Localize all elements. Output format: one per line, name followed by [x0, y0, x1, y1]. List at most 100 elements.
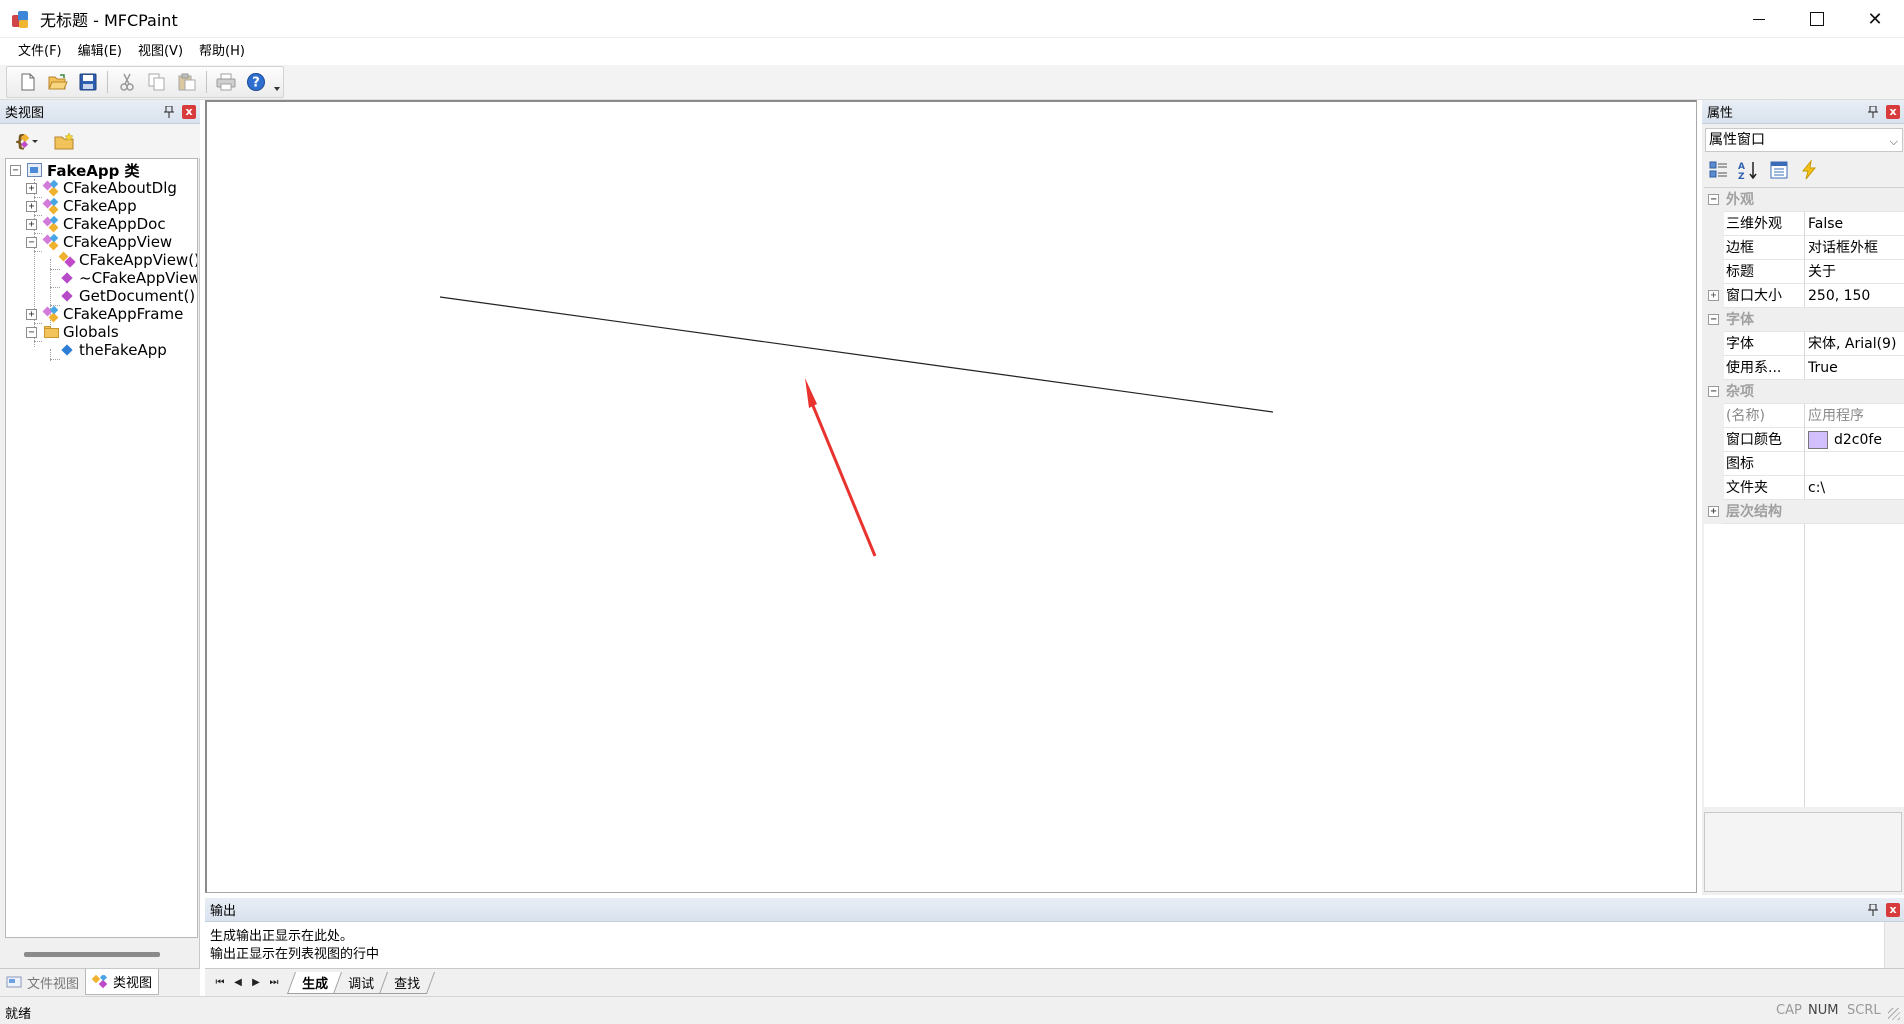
property-row[interactable]: 字体 宋体, Arial(9) [1704, 332, 1904, 356]
new-file-icon[interactable] [15, 69, 41, 95]
sort-icon[interactable]: { [14, 131, 40, 151]
output-close-button[interactable]: x [1886, 903, 1900, 917]
property-value[interactable]: True [1808, 356, 1902, 380]
property-row[interactable]: 边框 对话框外框 [1704, 236, 1904, 260]
expand-icon[interactable]: + [1708, 506, 1719, 517]
minimize-button[interactable] [1730, 0, 1788, 38]
drawing-canvas[interactable] [205, 100, 1697, 893]
save-icon[interactable] [75, 69, 101, 95]
class-view-icon [91, 973, 110, 989]
class-icon [42, 233, 59, 251]
property-row[interactable]: 图标 [1704, 452, 1904, 476]
print-icon[interactable] [213, 69, 239, 95]
collapse-icon[interactable]: − [1708, 194, 1719, 205]
expand-icon[interactable]: + [1708, 290, 1719, 301]
last-tab-button[interactable]: ⏭ [265, 973, 283, 993]
title-bar: 无标题 - MFCPaint ✕ [0, 0, 1904, 38]
property-row[interactable]: 使用系... True [1704, 356, 1904, 380]
menu-bar: 文件(F) 编辑(E) 视图(V) 帮助(H) [0, 38, 1904, 65]
property-pages-icon[interactable] [1766, 158, 1792, 182]
svg-text:A: A [1738, 162, 1745, 172]
categorized-icon[interactable] [1706, 158, 1732, 182]
property-value[interactable]: 宋体, Arial(9) [1808, 332, 1902, 356]
output-pane: 输出 x 生成输出正显示在此处。 输出正显示在列表视图的行中 [205, 898, 1904, 968]
property-value[interactable]: d2c0fe [1808, 428, 1902, 452]
alphabetical-icon[interactable]: AZ [1736, 158, 1762, 182]
property-row[interactable]: 三维外观 False [1704, 212, 1904, 236]
toolbar-separator [206, 71, 207, 93]
toolbar-separator [107, 71, 108, 93]
menu-help[interactable]: 帮助(H) [191, 38, 253, 65]
copy-icon[interactable] [144, 69, 170, 95]
output-text: 生成输出正显示在此处。 输出正显示在列表视图的行中 [210, 928, 379, 964]
category-misc[interactable]: − 杂项 [1704, 380, 1904, 404]
pin-icon[interactable] [1867, 105, 1879, 119]
property-row[interactable]: 文件夹 c:\ [1704, 476, 1904, 500]
category-font[interactable]: − 字体 [1704, 308, 1904, 332]
collapse-icon[interactable]: − [1708, 314, 1719, 325]
menu-edit[interactable]: 编辑(E) [70, 38, 130, 65]
property-grid: − 外观 三维外观 False 边框 对话框外框 标题 关于 + 窗口大小 25… [1704, 187, 1904, 807]
collapse-icon[interactable]: − [1708, 386, 1719, 397]
category-appearance[interactable]: − 外观 [1704, 188, 1904, 212]
collapse-icon[interactable]: − [10, 164, 21, 176]
resize-grip[interactable] [1888, 1008, 1900, 1020]
first-tab-button[interactable]: ⏮ [211, 973, 229, 993]
property-row[interactable]: 标题 关于 [1704, 260, 1904, 284]
property-row[interactable]: (名称) 应用程序 [1704, 404, 1904, 428]
collapse-icon[interactable]: − [26, 236, 37, 248]
expand-icon[interactable]: + [26, 182, 37, 194]
tab-debug-label: 调试 [348, 976, 375, 992]
open-folder-icon[interactable] [45, 69, 71, 95]
color-swatch[interactable] [1808, 431, 1828, 449]
property-name: 窗口颜色 [1726, 432, 1782, 448]
toolbar-overflow-icon[interactable] [274, 87, 280, 91]
close-button[interactable]: ✕ [1846, 0, 1904, 38]
horizontal-scrollbar[interactable] [24, 952, 160, 957]
pin-icon[interactable] [1867, 903, 1879, 917]
property-name: 边框 [1726, 240, 1754, 256]
property-name: 使用系... [1726, 360, 1782, 376]
property-row[interactable]: + 窗口大小 250, 150 [1704, 284, 1904, 308]
method-icon [59, 288, 75, 304]
properties-pane: 属性 x 属性窗口 ⌵ AZ − 外观 三维外观 False 边框 对话框外框 … [1702, 100, 1904, 895]
property-value[interactable]: False [1808, 212, 1902, 236]
expand-icon[interactable]: + [26, 200, 37, 212]
property-row[interactable]: 窗口颜色 d2c0fe [1704, 428, 1904, 452]
new-folder-icon[interactable] [54, 132, 76, 150]
paste-icon[interactable] [174, 69, 200, 95]
object-selector[interactable]: 属性窗口 ⌵ [1705, 128, 1903, 152]
next-tab-button[interactable]: ▶ [247, 973, 265, 993]
category-label: 字体 [1726, 312, 1754, 328]
expand-icon[interactable]: + [26, 218, 37, 230]
menu-file[interactable]: 文件(F) [10, 38, 70, 65]
property-value[interactable]: 关于 [1808, 260, 1902, 284]
output-line: 输出正显示在列表视图的行中 [210, 947, 380, 962]
property-value[interactable]: 250, 150 [1808, 284, 1902, 308]
category-label: 杂项 [1726, 384, 1754, 400]
standard-toolstrip: ? [6, 66, 284, 98]
properties-close-button[interactable]: x [1886, 105, 1900, 119]
category-hierarchy[interactable]: + 层次结构 [1704, 500, 1904, 524]
tab-class-view[interactable]: 类视图 [85, 969, 160, 995]
tree-item-thefakeapp[interactable]: theFakeApp [59, 339, 167, 361]
pin-icon[interactable] [163, 105, 175, 119]
property-name: 三维外观 [1726, 216, 1782, 232]
property-value[interactable] [1808, 452, 1902, 476]
output-vertical-scrollbar[interactable] [1884, 922, 1904, 968]
prev-tab-button[interactable]: ◀ [229, 973, 247, 993]
help-icon[interactable]: ? [243, 69, 269, 95]
cut-icon[interactable] [114, 69, 140, 95]
menu-view[interactable]: 视图(V) [130, 38, 191, 65]
events-icon[interactable] [1796, 158, 1822, 182]
maximize-button[interactable] [1788, 0, 1846, 38]
toolbar: ? [0, 65, 1904, 100]
svg-text:Z: Z [1738, 172, 1745, 180]
class-view-close-button[interactable]: x [182, 105, 196, 119]
expand-icon[interactable]: + [26, 308, 37, 320]
tab-find[interactable]: 查找 [379, 971, 436, 994]
tab-file-view[interactable]: 文件视图 [0, 969, 85, 995]
collapse-icon[interactable]: − [26, 326, 37, 338]
property-value[interactable]: c:\ [1808, 476, 1902, 500]
property-value[interactable]: 对话框外框 [1808, 236, 1902, 260]
